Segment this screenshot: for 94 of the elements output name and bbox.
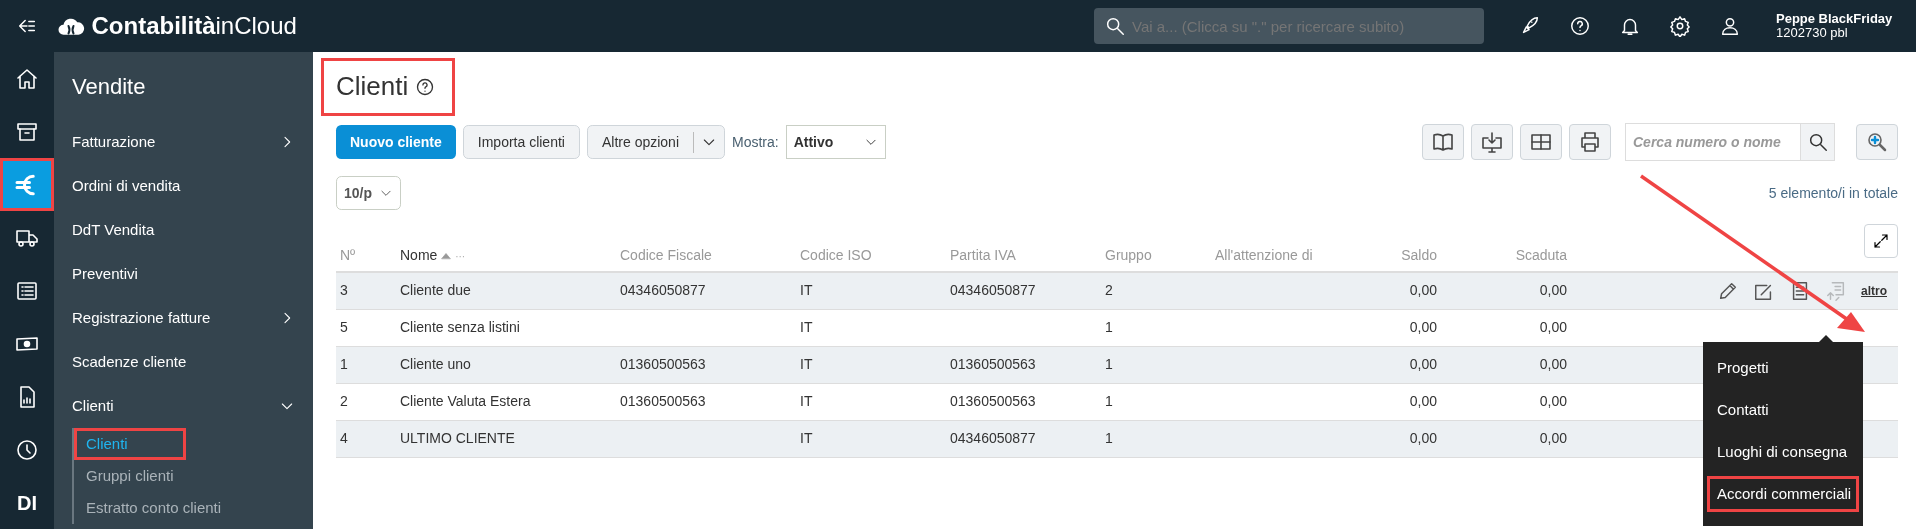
settings-icon[interactable]: [1669, 15, 1691, 37]
menu-item[interactable]: Accordi commerciali: [1707, 476, 1859, 512]
sidebar-subitem[interactable]: Gruppi clienti: [74, 460, 313, 492]
menu-item[interactable]: Contatti: [1707, 392, 1859, 428]
menu-item[interactable]: Luoghi di consegna: [1707, 434, 1859, 470]
user-id: 1202730 pbl: [1776, 26, 1848, 41]
search-button[interactable]: [1801, 123, 1835, 161]
column-header[interactable]: Nome: [400, 247, 438, 263]
table-cell: 5: [340, 319, 348, 335]
column-header: Scaduta: [1515, 247, 1567, 263]
more-link[interactable]: altro: [1861, 281, 1887, 300]
table-cell: 04346050877: [950, 430, 1036, 446]
sidebar-item[interactable]: Clienti: [54, 384, 313, 428]
table-cell: Cliente due: [400, 282, 471, 299]
table-cell: 01360500563: [950, 393, 1036, 409]
column-header: Nº: [340, 247, 356, 263]
table-cell: 0,00: [1409, 356, 1437, 372]
table-cell: IT: [800, 282, 813, 299]
table-cell: IT: [800, 393, 813, 409]
monitor-download-icon: [1480, 130, 1504, 154]
table-cell: 01360500563: [620, 356, 706, 372]
table-cell: 0,00: [1539, 282, 1567, 299]
column-header: Partita IVA: [950, 247, 1016, 263]
printer-icon: [1578, 130, 1602, 154]
initials-nav-button[interactable]: DI: [0, 476, 54, 529]
sidebar-item[interactable]: Ordini di vendita: [54, 164, 313, 208]
logo-text: ContabilitàinCloud: [91, 11, 297, 41]
user-name: Peppe BlackFriday: [1776, 11, 1894, 26]
table-cell: 0,00: [1539, 356, 1567, 372]
help-icon[interactable]: [1569, 15, 1591, 37]
user-icon[interactable]: [1719, 15, 1741, 37]
home-icon: [15, 66, 39, 91]
sidebar-subitem[interactable]: Estratto conto clienti: [74, 492, 313, 524]
column-header: Codice Fiscale: [620, 247, 712, 263]
table-cell: 2: [340, 393, 348, 409]
sidebar-item[interactable]: Scadenze cliente: [54, 340, 313, 384]
sidebar-subitem[interactable]: Clienti: [74, 428, 186, 460]
column-header: Gruppo: [1105, 247, 1152, 263]
status-select[interactable]: Attivo: [785, 125, 886, 159]
table-cell: 3: [340, 282, 348, 299]
help-icon: [415, 77, 436, 97]
table-cell: Cliente uno: [400, 356, 471, 372]
table-cell: 01360500563: [620, 393, 706, 409]
open-book-button[interactable]: [1422, 124, 1464, 160]
table-cell: 0,00: [1539, 319, 1567, 335]
search-field[interactable]: Cerca numero o nome: [1625, 123, 1801, 161]
new-client-button[interactable]: Nuovo cliente: [336, 125, 456, 159]
table-cell: 0,00: [1409, 282, 1437, 299]
import-clients-button[interactable]: Importa clienti: [462, 125, 580, 159]
sidebar-item[interactable]: DdT Vendita: [54, 208, 313, 252]
table-cell: IT: [800, 356, 813, 372]
zoom-in-icon: [1865, 130, 1889, 154]
table-cell: 0,00: [1409, 393, 1437, 409]
printer-button[interactable]: [1569, 124, 1611, 160]
table-cell: 1: [340, 356, 348, 372]
grid-button[interactable]: [1520, 124, 1562, 160]
menu-item[interactable]: Progetti: [1707, 350, 1859, 386]
column-header: Codice ISO: [800, 247, 872, 263]
column-header: Saldo: [1401, 247, 1437, 263]
table-cell: 1: [1105, 319, 1113, 335]
column-header: All'attenzione di: [1215, 247, 1313, 263]
total-count: 5 elemento/i in totale: [1768, 183, 1898, 203]
table-cell: 1: [1105, 430, 1113, 446]
table-cell: 2: [1105, 282, 1113, 299]
clock-icon: [15, 437, 39, 462]
show-label: Mostra:: [732, 132, 779, 152]
table-cell: 04346050877: [950, 282, 1036, 299]
table-cell: Cliente Valuta Estera: [400, 393, 531, 409]
sidebar-item[interactable]: Fatturazione: [54, 120, 313, 164]
table-cell: Cliente senza listini: [400, 319, 520, 335]
table-cell: IT: [800, 319, 813, 335]
more-options-button[interactable]: Altre opzioni: [586, 125, 725, 159]
euro-nav-button[interactable]: [0, 158, 54, 211]
table-cell: 04346050877: [620, 282, 706, 299]
expand-icon: [1872, 232, 1890, 250]
table-cell: 1: [1105, 393, 1113, 409]
sidebar-item[interactable]: Registrazione fatture: [54, 296, 313, 340]
table-cell: IT: [800, 430, 813, 446]
table-cell: 0,00: [1539, 430, 1567, 446]
expand-button[interactable]: [1864, 224, 1898, 258]
page-title: Clienti: [336, 71, 409, 103]
table-cell: 01360500563: [950, 356, 1036, 372]
table-cell: 4: [340, 430, 348, 446]
table-cell: 0,00: [1409, 319, 1437, 335]
monitor-download-button[interactable]: [1471, 124, 1513, 160]
search-icon: [1104, 15, 1126, 37]
zoom-button[interactable]: [1856, 124, 1898, 160]
sidebar-title: Vendite: [72, 72, 146, 101]
table-cell: 0,00: [1409, 430, 1437, 446]
page-size-select[interactable]: 10/p: [336, 176, 401, 210]
table-cell: 0,00: [1539, 393, 1567, 409]
sidebar-item[interactable]: Preventivi: [54, 252, 313, 296]
table-cell: 1: [1105, 356, 1113, 372]
table-cell: ULTIMO CLIENTE: [400, 430, 515, 446]
